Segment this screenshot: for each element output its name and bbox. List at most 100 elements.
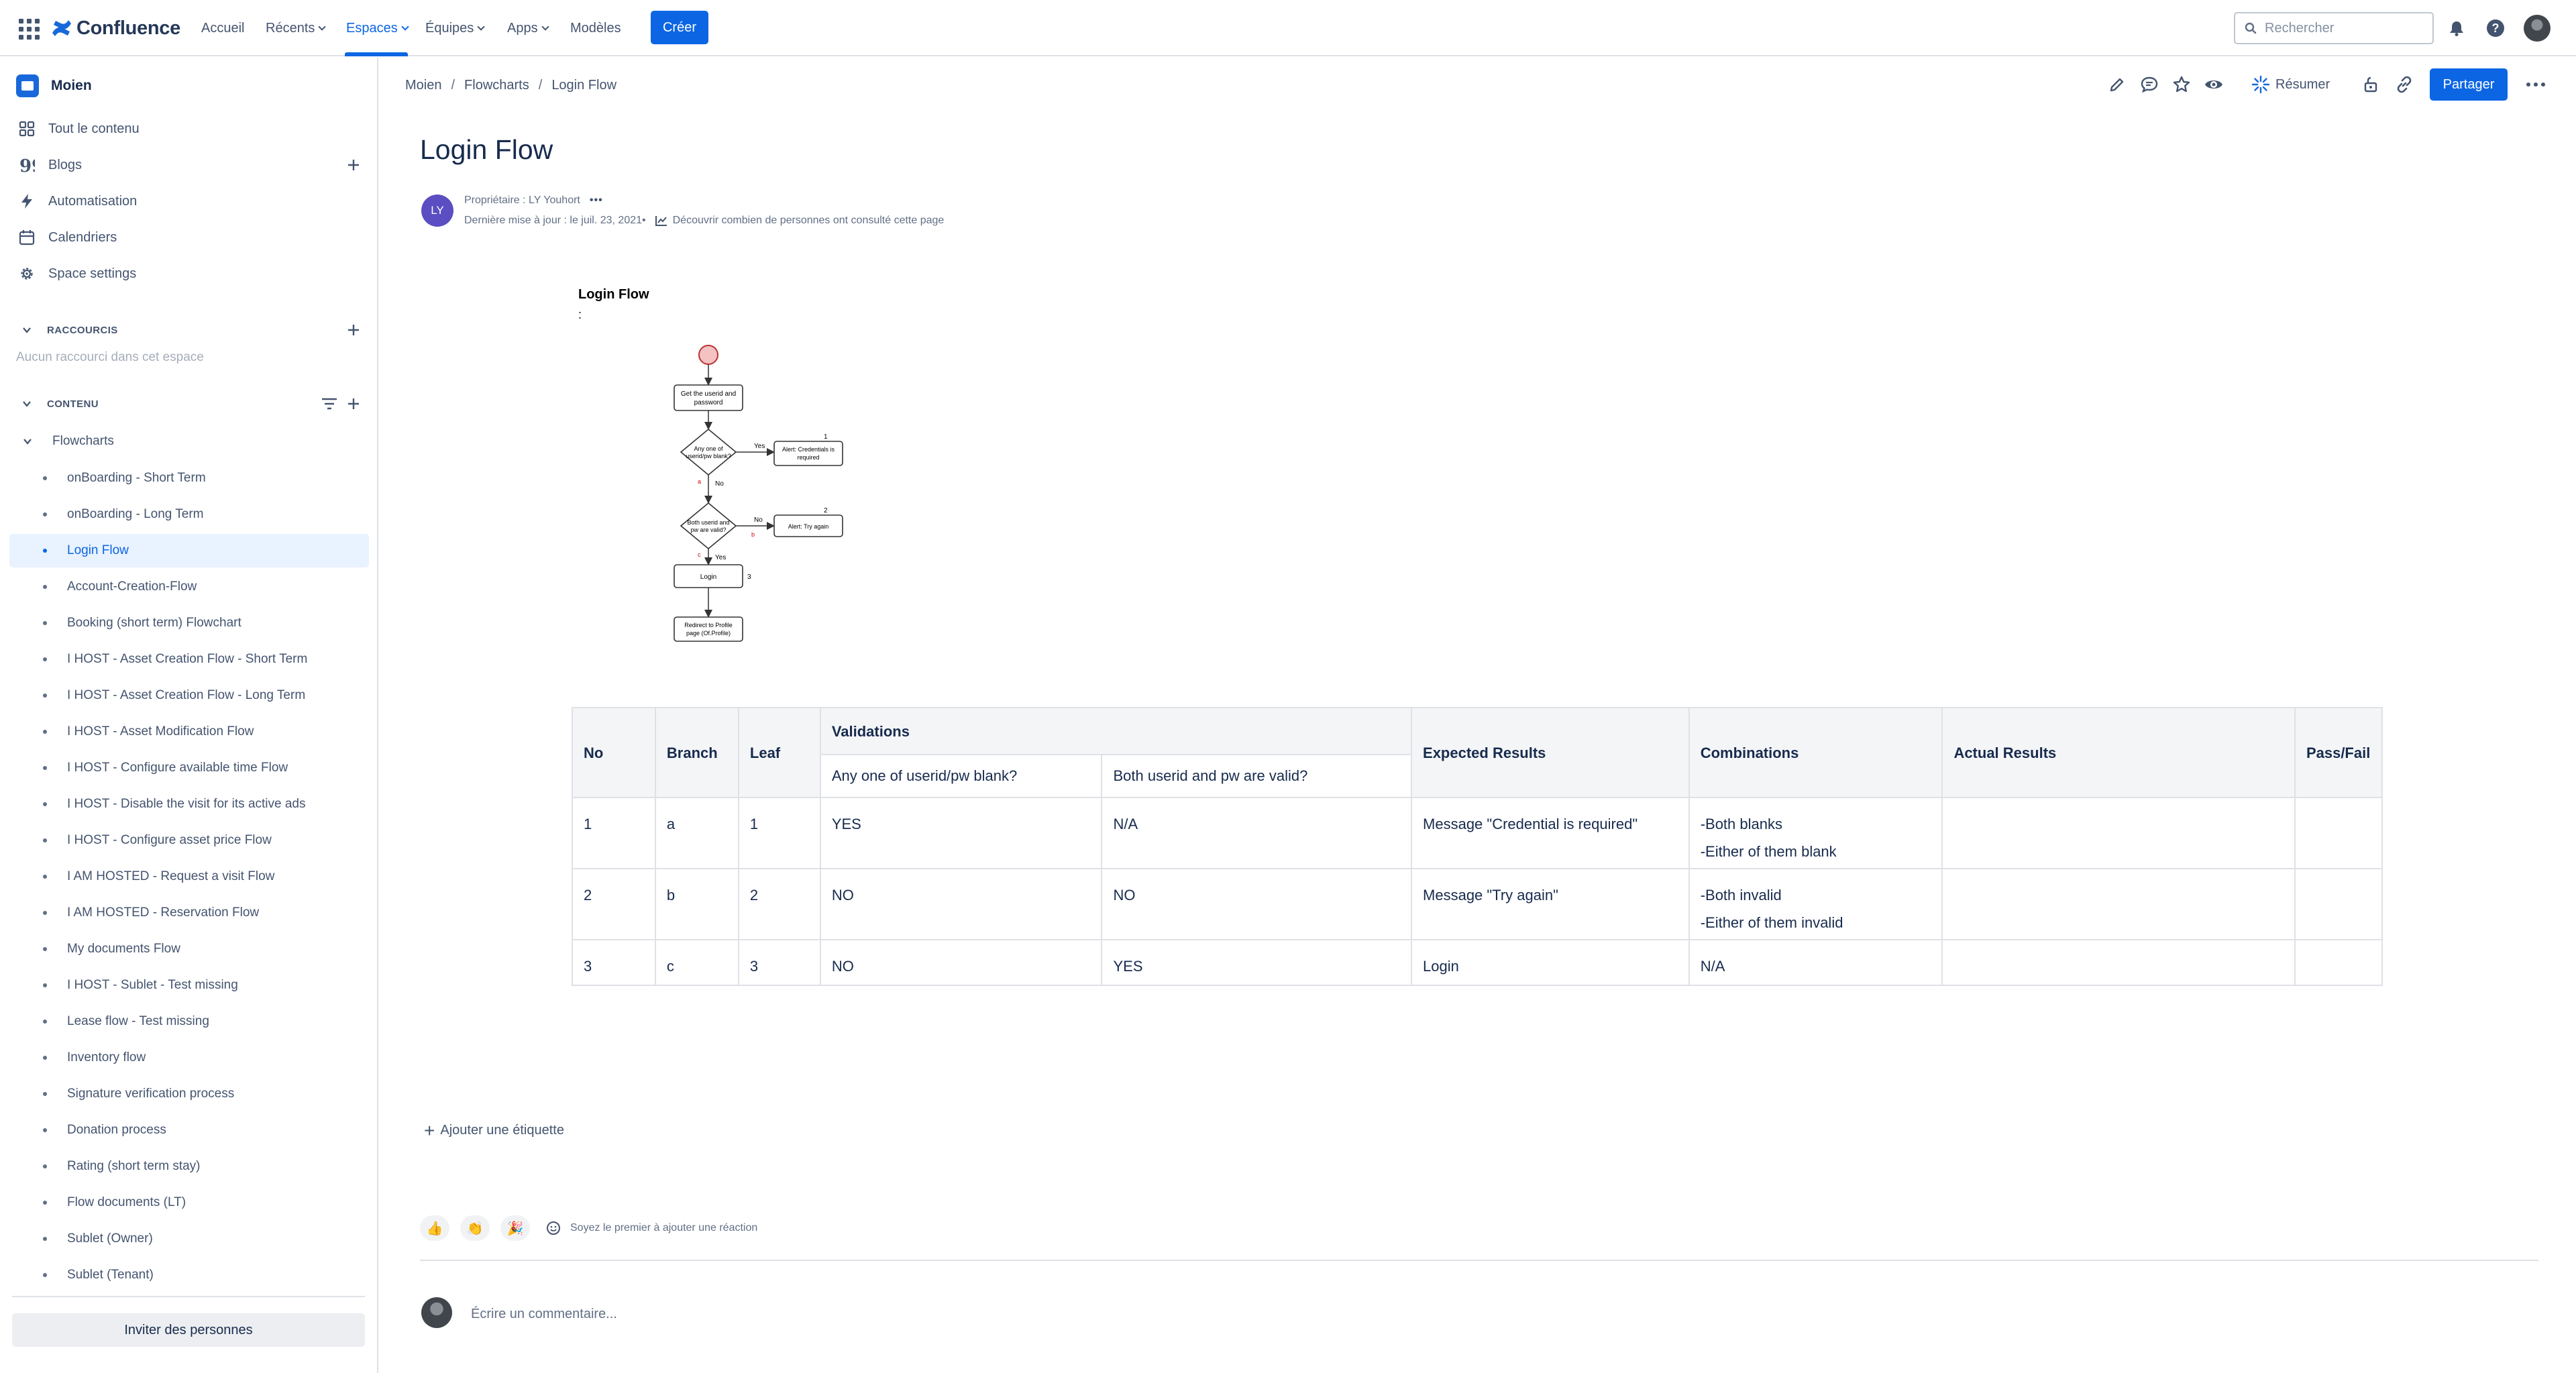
cell-actual[interactable] bbox=[1941, 868, 2296, 940]
cell-no[interactable]: 1 bbox=[572, 797, 656, 869]
app-switcher-icon[interactable] bbox=[17, 17, 40, 40]
tree-item[interactable]: I HOST - Sublet - Test missing bbox=[9, 969, 369, 1002]
header-combinations[interactable]: Combinations bbox=[1688, 707, 1943, 798]
sidebar-item-automation[interactable]: Automatisation bbox=[17, 188, 137, 215]
tree-item[interactable]: I HOST - Asset Creation Flow - Short Ter… bbox=[9, 643, 369, 676]
tree-item[interactable]: I HOST - Disable the visit for its activ… bbox=[9, 787, 369, 821]
tree-item[interactable]: Rating (short term stay) bbox=[9, 1150, 369, 1183]
sidebar-item-blogs[interactable]: 99 Blogs bbox=[17, 152, 82, 178]
breadcrumb-current[interactable]: Login Flow bbox=[551, 78, 616, 93]
header-actual-results[interactable]: Actual Results bbox=[1941, 707, 2296, 798]
cell-actual[interactable] bbox=[1941, 797, 2296, 869]
byline-more-icon[interactable]: ••• bbox=[590, 195, 603, 207]
header-validations[interactable]: Validations bbox=[819, 707, 1413, 755]
tree-item[interactable]: I AM HOSTED - Request a visit Flow bbox=[9, 860, 369, 893]
nav-equipes[interactable]: Équipes bbox=[425, 17, 485, 39]
create-button[interactable]: Créer bbox=[651, 11, 708, 44]
cell-combinations[interactable]: N/A bbox=[1688, 939, 1943, 986]
sidebar-item-all-content[interactable]: Tout le contenu bbox=[17, 115, 140, 142]
analytics-link[interactable]: Découvrir combien de personnes ont consu… bbox=[655, 215, 944, 227]
space-header[interactable]: Moien bbox=[16, 74, 92, 98]
cell-no[interactable]: 3 bbox=[572, 939, 656, 986]
tree-item[interactable]: Signature verification process bbox=[9, 1077, 369, 1111]
clapping-reaction[interactable]: 👏 bbox=[460, 1215, 490, 1241]
add-reaction-icon[interactable] bbox=[541, 1215, 566, 1241]
nav-apps[interactable]: Apps bbox=[507, 17, 549, 39]
tree-item[interactable]: Donation process bbox=[9, 1113, 369, 1147]
tree-item[interactable]: Flow documents (LT) bbox=[9, 1186, 369, 1219]
tree-item[interactable]: I HOST - Configure asset price Flow bbox=[9, 824, 369, 857]
cell-validation-2[interactable]: N/A bbox=[1101, 797, 1413, 869]
share-button[interactable]: Partager bbox=[2430, 68, 2508, 101]
link-icon[interactable] bbox=[2390, 70, 2419, 99]
cell-validation-2[interactable]: YES bbox=[1101, 939, 1413, 986]
tree-item[interactable]: I HOST - Asset Creation Flow - Long Term bbox=[9, 679, 369, 712]
tree-item[interactable]: My documents Flow bbox=[9, 932, 369, 966]
nav-recents[interactable]: Récents bbox=[266, 17, 327, 39]
tree-item[interactable]: I HOST - Asset Modification Flow bbox=[9, 715, 369, 749]
watch-icon[interactable] bbox=[2199, 70, 2229, 99]
restrictions-icon[interactable] bbox=[2356, 70, 2385, 99]
comment-icon[interactable] bbox=[2135, 70, 2164, 99]
tree-item[interactable]: Sublet (Tenant) bbox=[9, 1258, 369, 1292]
cell-pass-fail[interactable] bbox=[2294, 939, 2383, 986]
party-reaction[interactable]: 🎉 bbox=[500, 1215, 530, 1241]
tree-item[interactable]: I HOST - Configure available time Flow bbox=[9, 751, 369, 785]
header-leaf[interactable]: Leaf bbox=[737, 707, 821, 798]
sidebar-item-space-settings[interactable]: Space settings bbox=[17, 260, 136, 287]
tree-item[interactable]: Sublet (Owner) bbox=[9, 1222, 369, 1256]
subheader-valid-check[interactable]: Both userid and pw are valid? bbox=[1101, 754, 1413, 798]
header-pass-fail[interactable]: Pass/Fail bbox=[2294, 707, 2383, 798]
cell-leaf[interactable]: 3 bbox=[737, 939, 821, 986]
cell-combinations[interactable]: -Both blanks -Either of them blank bbox=[1688, 797, 1943, 869]
filter-icon[interactable] bbox=[319, 394, 339, 414]
cell-no[interactable]: 2 bbox=[572, 868, 656, 940]
tree-item[interactable]: onBoarding - Short Term bbox=[9, 461, 369, 495]
cell-pass-fail[interactable] bbox=[2294, 868, 2383, 940]
cell-expected[interactable]: Login bbox=[1411, 939, 1690, 986]
tree-item[interactable]: Lease flow - Test missing bbox=[9, 1005, 369, 1038]
tree-item[interactable]: Login Flow bbox=[9, 534, 369, 567]
help-icon[interactable]: ? bbox=[2483, 16, 2508, 40]
add-shortcut-icon[interactable] bbox=[343, 320, 364, 340]
add-blog-icon[interactable] bbox=[343, 155, 364, 175]
tree-item[interactable]: I AM HOSTED - Reservation Flow bbox=[9, 896, 369, 930]
cell-branch[interactable]: b bbox=[654, 868, 739, 940]
summarize-button[interactable]: Résumer bbox=[2251, 70, 2330, 99]
add-content-icon[interactable] bbox=[343, 394, 364, 414]
search-input[interactable]: Rechercher bbox=[2234, 12, 2434, 44]
tree-item[interactable]: Account-Creation-Flow bbox=[9, 570, 369, 604]
owner-avatar[interactable]: LY bbox=[421, 195, 453, 227]
cell-branch[interactable]: a bbox=[654, 797, 739, 869]
more-icon[interactable] bbox=[2521, 70, 2551, 99]
cell-validation-1[interactable]: YES bbox=[819, 797, 1103, 869]
star-icon[interactable] bbox=[2167, 70, 2196, 99]
tree-item-flowcharts[interactable]: Flowcharts bbox=[17, 428, 114, 455]
breadcrumb-space[interactable]: Moien bbox=[405, 78, 441, 93]
header-no[interactable]: No bbox=[572, 707, 656, 798]
cell-validation-2[interactable]: NO bbox=[1101, 868, 1413, 940]
cell-validation-1[interactable]: NO bbox=[819, 868, 1103, 940]
edit-icon[interactable] bbox=[2102, 70, 2132, 99]
breadcrumb-parent[interactable]: Flowcharts bbox=[464, 78, 529, 93]
invite-people-button[interactable]: Inviter des personnes bbox=[12, 1313, 365, 1347]
nav-modeles[interactable]: Modèles bbox=[570, 17, 621, 39]
sidebar-item-calendars[interactable]: Calendriers bbox=[17, 224, 117, 251]
cell-expected[interactable]: Message "Credential is required" bbox=[1411, 797, 1690, 869]
cell-validation-1[interactable]: NO bbox=[819, 939, 1103, 986]
cell-actual[interactable] bbox=[1941, 939, 2296, 986]
cell-leaf[interactable]: 1 bbox=[737, 797, 821, 869]
header-branch[interactable]: Branch bbox=[654, 707, 739, 798]
notifications-icon[interactable] bbox=[2445, 16, 2469, 40]
tree-item[interactable]: Booking (short term) Flowchart bbox=[9, 606, 369, 640]
cell-branch[interactable]: c bbox=[654, 939, 739, 986]
confluence-logo[interactable]: Confluence bbox=[51, 15, 180, 42]
tree-item[interactable]: onBoarding - Long Term bbox=[9, 498, 369, 531]
tree-item[interactable]: Inventory flow bbox=[9, 1041, 369, 1075]
nav-espaces[interactable]: Espaces bbox=[346, 17, 409, 39]
nav-accueil[interactable]: Accueil bbox=[201, 17, 244, 39]
header-expected-results[interactable]: Expected Results bbox=[1411, 707, 1690, 798]
cell-leaf[interactable]: 2 bbox=[737, 868, 821, 940]
profile-avatar[interactable] bbox=[2524, 15, 2551, 42]
subheader-blank-check[interactable]: Any one of userid/pw blank? bbox=[819, 754, 1103, 798]
